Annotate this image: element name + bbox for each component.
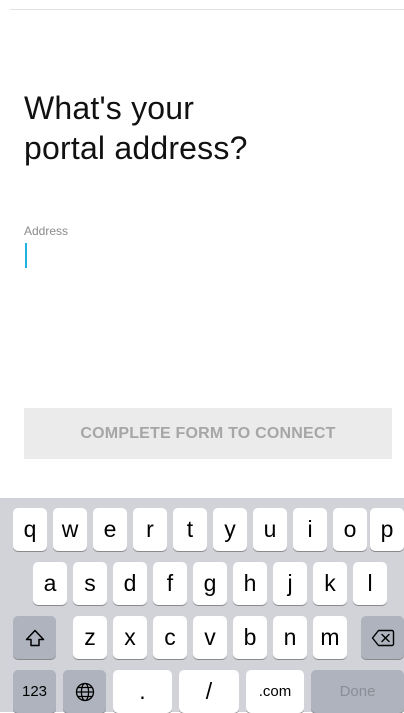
key-o[interactable]: o xyxy=(333,508,367,551)
period-key[interactable]: . xyxy=(113,670,172,713)
numbers-key[interactable]: 123 xyxy=(13,670,56,713)
backspace-key[interactable] xyxy=(361,616,404,659)
portal-address-page: What's your portal address? Address COMP… xyxy=(0,0,404,498)
key-l[interactable]: l xyxy=(353,562,387,605)
keyboard: q w e r t y u i o p a s d f g h j k l z … xyxy=(0,498,404,713)
address-label: Address xyxy=(24,224,69,238)
key-m[interactable]: m xyxy=(313,616,347,659)
key-u[interactable]: u xyxy=(253,508,287,551)
key-i[interactable]: i xyxy=(293,508,327,551)
key-s[interactable]: s xyxy=(73,562,107,605)
key-j[interactable]: j xyxy=(273,562,307,605)
key-b[interactable]: b xyxy=(233,616,267,659)
key-p[interactable]: p xyxy=(370,508,404,551)
connect-button[interactable]: COMPLETE FORM TO CONNECT xyxy=(24,408,392,459)
address-input[interactable] xyxy=(24,240,380,270)
key-v[interactable]: v xyxy=(193,616,227,659)
shift-icon xyxy=(25,629,45,647)
globe-icon xyxy=(75,682,95,702)
key-d[interactable]: d xyxy=(113,562,147,605)
key-r[interactable]: r xyxy=(133,508,167,551)
slash-key[interactable]: / xyxy=(179,670,239,713)
key-h[interactable]: h xyxy=(233,562,267,605)
backspace-icon xyxy=(371,629,395,647)
key-a[interactable]: a xyxy=(33,562,67,605)
key-n[interactable]: n xyxy=(273,616,307,659)
key-c[interactable]: c xyxy=(153,616,187,659)
key-w[interactable]: w xyxy=(53,508,87,551)
key-f[interactable]: f xyxy=(153,562,187,605)
text-cursor xyxy=(25,243,27,268)
key-e[interactable]: e xyxy=(93,508,127,551)
key-t[interactable]: t xyxy=(173,508,207,551)
key-y[interactable]: y xyxy=(213,508,247,551)
key-k[interactable]: k xyxy=(313,562,347,605)
key-q[interactable]: q xyxy=(13,508,47,551)
page-title: What's your portal address? xyxy=(24,90,248,166)
key-x[interactable]: x xyxy=(113,616,147,659)
shift-key[interactable] xyxy=(13,616,56,659)
done-key[interactable]: Done xyxy=(311,670,404,713)
globe-key[interactable] xyxy=(63,670,106,713)
key-z[interactable]: z xyxy=(73,616,107,659)
dotcom-key[interactable]: .com xyxy=(246,670,304,713)
key-g[interactable]: g xyxy=(193,562,227,605)
